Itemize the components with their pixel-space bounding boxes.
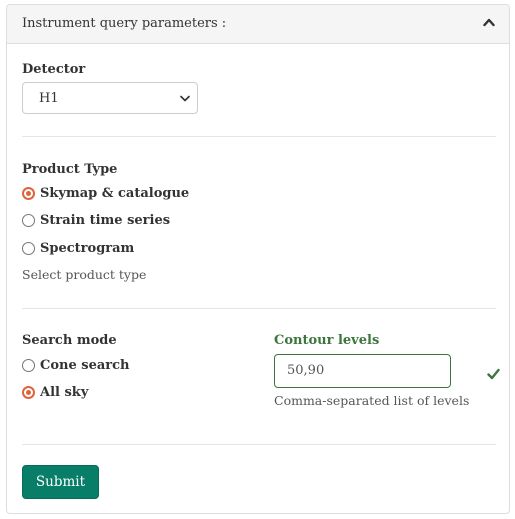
contour-levels-input[interactable]: 50,90: [274, 354, 451, 388]
divider: [22, 444, 496, 445]
chevron-up-icon[interactable]: [483, 17, 495, 27]
radio-button-checked[interactable]: [22, 187, 35, 200]
radio-label: Skymap & catalogue: [40, 186, 190, 201]
product-type-label: Product Type: [22, 162, 118, 177]
radio-label: Spectrogram: [40, 241, 135, 256]
detector-selected-value: H1: [39, 91, 59, 106]
radio-label: Cone search: [40, 358, 130, 373]
panel-title: Instrument query parameters :: [22, 16, 227, 31]
detector-label: Detector: [22, 62, 86, 77]
detector-select[interactable]: H1: [22, 82, 198, 114]
radio-label: All sky: [40, 385, 89, 400]
contour-levels-label: Contour levels: [274, 333, 380, 348]
contour-levels-value: 50,90: [287, 363, 325, 378]
radio-button[interactable]: [22, 214, 35, 227]
divider: [22, 136, 496, 137]
chevron-down-icon: [180, 95, 190, 102]
submit-button[interactable]: Submit: [22, 465, 99, 499]
contour-levels-help: Comma-separated list of levels: [274, 393, 470, 408]
instrument-query-panel: Instrument query parameters : Detector H…: [6, 4, 510, 514]
radio-button[interactable]: [22, 242, 35, 255]
divider: [22, 308, 496, 309]
radio-button[interactable]: [22, 359, 35, 372]
panel-heading[interactable]: Instrument query parameters :: [7, 5, 509, 44]
product-type-help: Select product type: [22, 267, 147, 282]
submit-button-label: Submit: [35, 474, 86, 490]
checkmark-icon: [487, 368, 500, 380]
search-mode-label: Search mode: [22, 333, 117, 348]
radio-button-checked[interactable]: [22, 386, 35, 399]
radio-label: Strain time series: [40, 213, 171, 228]
